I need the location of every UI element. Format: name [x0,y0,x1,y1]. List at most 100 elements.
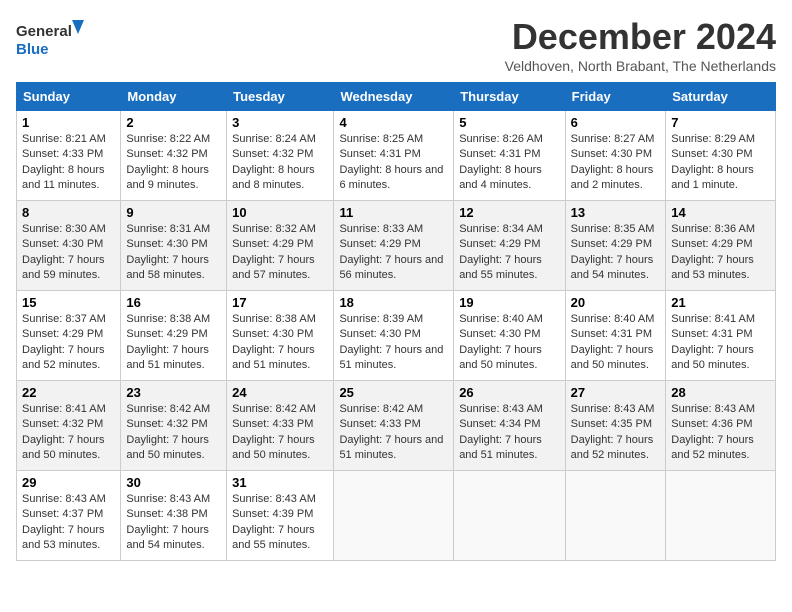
day-info: Sunrise: 8:27 AMSunset: 4:30 PMDaylight:… [571,133,655,191]
day-info: Sunrise: 8:21 AMSunset: 4:33 PMDaylight:… [22,133,106,191]
day-info: Sunrise: 8:36 AMSunset: 4:29 PMDaylight:… [671,223,755,281]
week-row-5: 29 Sunrise: 8:43 AMSunset: 4:37 PMDaylig… [17,471,776,561]
day-info: Sunrise: 8:31 AMSunset: 4:30 PMDaylight:… [126,223,210,281]
week-row-4: 22 Sunrise: 8:41 AMSunset: 4:32 PMDaylig… [17,381,776,471]
calendar-cell: 13 Sunrise: 8:35 AMSunset: 4:29 PMDaylig… [565,201,666,291]
day-info: Sunrise: 8:30 AMSunset: 4:30 PMDaylight:… [22,223,106,281]
calendar-cell: 6 Sunrise: 8:27 AMSunset: 4:30 PMDayligh… [565,111,666,201]
calendar-header-row: SundayMondayTuesdayWednesdayThursdayFrid… [17,83,776,111]
day-info: Sunrise: 8:42 AMSunset: 4:32 PMDaylight:… [126,403,210,461]
day-number: 28 [671,385,770,400]
calendar-cell: 29 Sunrise: 8:43 AMSunset: 4:37 PMDaylig… [17,471,121,561]
day-info: Sunrise: 8:43 AMSunset: 4:36 PMDaylight:… [671,403,755,461]
day-number: 24 [232,385,328,400]
day-number: 27 [571,385,661,400]
day-info: Sunrise: 8:38 AMSunset: 4:29 PMDaylight:… [126,313,210,371]
calendar-cell [334,471,454,561]
day-number: 14 [671,205,770,220]
calendar-cell: 28 Sunrise: 8:43 AMSunset: 4:36 PMDaylig… [666,381,776,471]
day-number: 21 [671,295,770,310]
calendar-cell [454,471,565,561]
day-number: 13 [571,205,661,220]
day-info: Sunrise: 8:25 AMSunset: 4:31 PMDaylight:… [339,133,443,191]
col-header-sunday: Sunday [17,83,121,111]
calendar-cell: 31 Sunrise: 8:43 AMSunset: 4:39 PMDaylig… [227,471,334,561]
logo-svg: General Blue [16,16,86,61]
day-info: Sunrise: 8:29 AMSunset: 4:30 PMDaylight:… [671,133,755,191]
calendar-cell: 23 Sunrise: 8:42 AMSunset: 4:32 PMDaylig… [121,381,227,471]
calendar-cell: 15 Sunrise: 8:37 AMSunset: 4:29 PMDaylig… [17,291,121,381]
subtitle: Veldhoven, North Brabant, The Netherland… [505,58,776,74]
day-number: 4 [339,115,448,130]
day-number: 17 [232,295,328,310]
calendar-cell: 22 Sunrise: 8:41 AMSunset: 4:32 PMDaylig… [17,381,121,471]
day-info: Sunrise: 8:40 AMSunset: 4:30 PMDaylight:… [459,313,543,371]
calendar-cell: 5 Sunrise: 8:26 AMSunset: 4:31 PMDayligh… [454,111,565,201]
day-info: Sunrise: 8:35 AMSunset: 4:29 PMDaylight:… [571,223,655,281]
calendar-cell [666,471,776,561]
day-info: Sunrise: 8:39 AMSunset: 4:30 PMDaylight:… [339,313,443,371]
calendar-cell: 26 Sunrise: 8:43 AMSunset: 4:34 PMDaylig… [454,381,565,471]
day-number: 2 [126,115,221,130]
week-row-1: 1 Sunrise: 8:21 AMSunset: 4:33 PMDayligh… [17,111,776,201]
calendar-cell: 1 Sunrise: 8:21 AMSunset: 4:33 PMDayligh… [17,111,121,201]
calendar-cell: 27 Sunrise: 8:43 AMSunset: 4:35 PMDaylig… [565,381,666,471]
col-header-tuesday: Tuesday [227,83,334,111]
col-header-friday: Friday [565,83,666,111]
day-number: 19 [459,295,559,310]
svg-text:Blue: Blue [16,41,49,58]
title-area: December 2024 Veldhoven, North Brabant, … [505,16,776,74]
calendar-cell: 24 Sunrise: 8:42 AMSunset: 4:33 PMDaylig… [227,381,334,471]
day-info: Sunrise: 8:26 AMSunset: 4:31 PMDaylight:… [459,133,543,191]
calendar-cell: 12 Sunrise: 8:34 AMSunset: 4:29 PMDaylig… [454,201,565,291]
calendar-cell: 9 Sunrise: 8:31 AMSunset: 4:30 PMDayligh… [121,201,227,291]
svg-text:General: General [16,23,72,40]
day-info: Sunrise: 8:43 AMSunset: 4:35 PMDaylight:… [571,403,655,461]
col-header-wednesday: Wednesday [334,83,454,111]
logo: General Blue [16,16,86,61]
calendar-cell: 20 Sunrise: 8:40 AMSunset: 4:31 PMDaylig… [565,291,666,381]
day-info: Sunrise: 8:33 AMSunset: 4:29 PMDaylight:… [339,223,443,281]
day-number: 16 [126,295,221,310]
day-number: 5 [459,115,559,130]
calendar-cell: 11 Sunrise: 8:33 AMSunset: 4:29 PMDaylig… [334,201,454,291]
day-number: 31 [232,475,328,490]
calendar-cell: 14 Sunrise: 8:36 AMSunset: 4:29 PMDaylig… [666,201,776,291]
day-number: 9 [126,205,221,220]
day-number: 10 [232,205,328,220]
month-title: December 2024 [505,16,776,58]
week-row-3: 15 Sunrise: 8:37 AMSunset: 4:29 PMDaylig… [17,291,776,381]
calendar-cell: 10 Sunrise: 8:32 AMSunset: 4:29 PMDaylig… [227,201,334,291]
day-number: 8 [22,205,115,220]
day-info: Sunrise: 8:37 AMSunset: 4:29 PMDaylight:… [22,313,106,371]
day-info: Sunrise: 8:43 AMSunset: 4:34 PMDaylight:… [459,403,543,461]
day-number: 7 [671,115,770,130]
day-number: 20 [571,295,661,310]
calendar-cell: 21 Sunrise: 8:41 AMSunset: 4:31 PMDaylig… [666,291,776,381]
calendar-cell: 7 Sunrise: 8:29 AMSunset: 4:30 PMDayligh… [666,111,776,201]
calendar-cell: 25 Sunrise: 8:42 AMSunset: 4:33 PMDaylig… [334,381,454,471]
day-info: Sunrise: 8:24 AMSunset: 4:32 PMDaylight:… [232,133,316,191]
day-info: Sunrise: 8:43 AMSunset: 4:37 PMDaylight:… [22,493,106,551]
calendar-cell: 3 Sunrise: 8:24 AMSunset: 4:32 PMDayligh… [227,111,334,201]
day-number: 12 [459,205,559,220]
calendar-cell: 16 Sunrise: 8:38 AMSunset: 4:29 PMDaylig… [121,291,227,381]
day-info: Sunrise: 8:22 AMSunset: 4:32 PMDaylight:… [126,133,210,191]
day-number: 6 [571,115,661,130]
day-number: 23 [126,385,221,400]
calendar-cell: 17 Sunrise: 8:38 AMSunset: 4:30 PMDaylig… [227,291,334,381]
col-header-saturday: Saturday [666,83,776,111]
calendar-cell: 2 Sunrise: 8:22 AMSunset: 4:32 PMDayligh… [121,111,227,201]
day-number: 3 [232,115,328,130]
day-info: Sunrise: 8:41 AMSunset: 4:31 PMDaylight:… [671,313,755,371]
day-info: Sunrise: 8:42 AMSunset: 4:33 PMDaylight:… [339,403,443,461]
calendar-cell: 30 Sunrise: 8:43 AMSunset: 4:38 PMDaylig… [121,471,227,561]
day-number: 26 [459,385,559,400]
col-header-monday: Monday [121,83,227,111]
day-info: Sunrise: 8:41 AMSunset: 4:32 PMDaylight:… [22,403,106,461]
day-number: 18 [339,295,448,310]
week-row-2: 8 Sunrise: 8:30 AMSunset: 4:30 PMDayligh… [17,201,776,291]
calendar-table: SundayMondayTuesdayWednesdayThursdayFrid… [16,82,776,561]
calendar-cell: 4 Sunrise: 8:25 AMSunset: 4:31 PMDayligh… [334,111,454,201]
day-number: 15 [22,295,115,310]
